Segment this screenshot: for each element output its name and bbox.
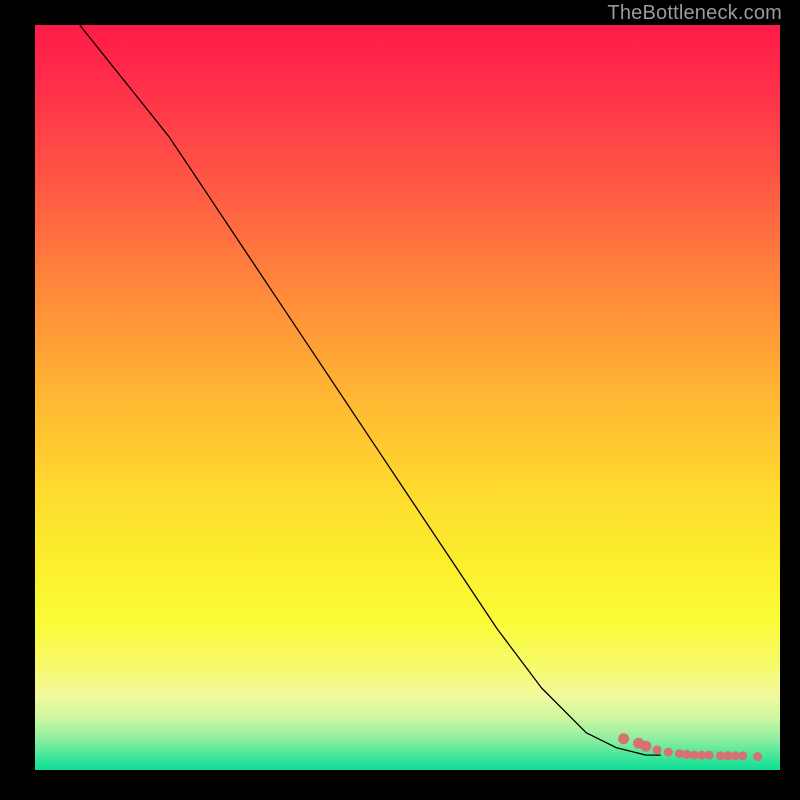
overlay-svg: [35, 25, 780, 770]
dot: [738, 751, 747, 760]
dot: [618, 733, 629, 744]
dot: [653, 745, 662, 754]
chart-wrap: TheBottleneck.com: [0, 0, 800, 800]
dot: [664, 748, 673, 757]
dot: [640, 741, 651, 752]
dot: [753, 752, 762, 761]
trend-curve: [80, 25, 661, 755]
dot: [705, 751, 714, 760]
scatter-dots: [618, 733, 762, 761]
attribution-text: TheBottleneck.com: [607, 2, 782, 25]
